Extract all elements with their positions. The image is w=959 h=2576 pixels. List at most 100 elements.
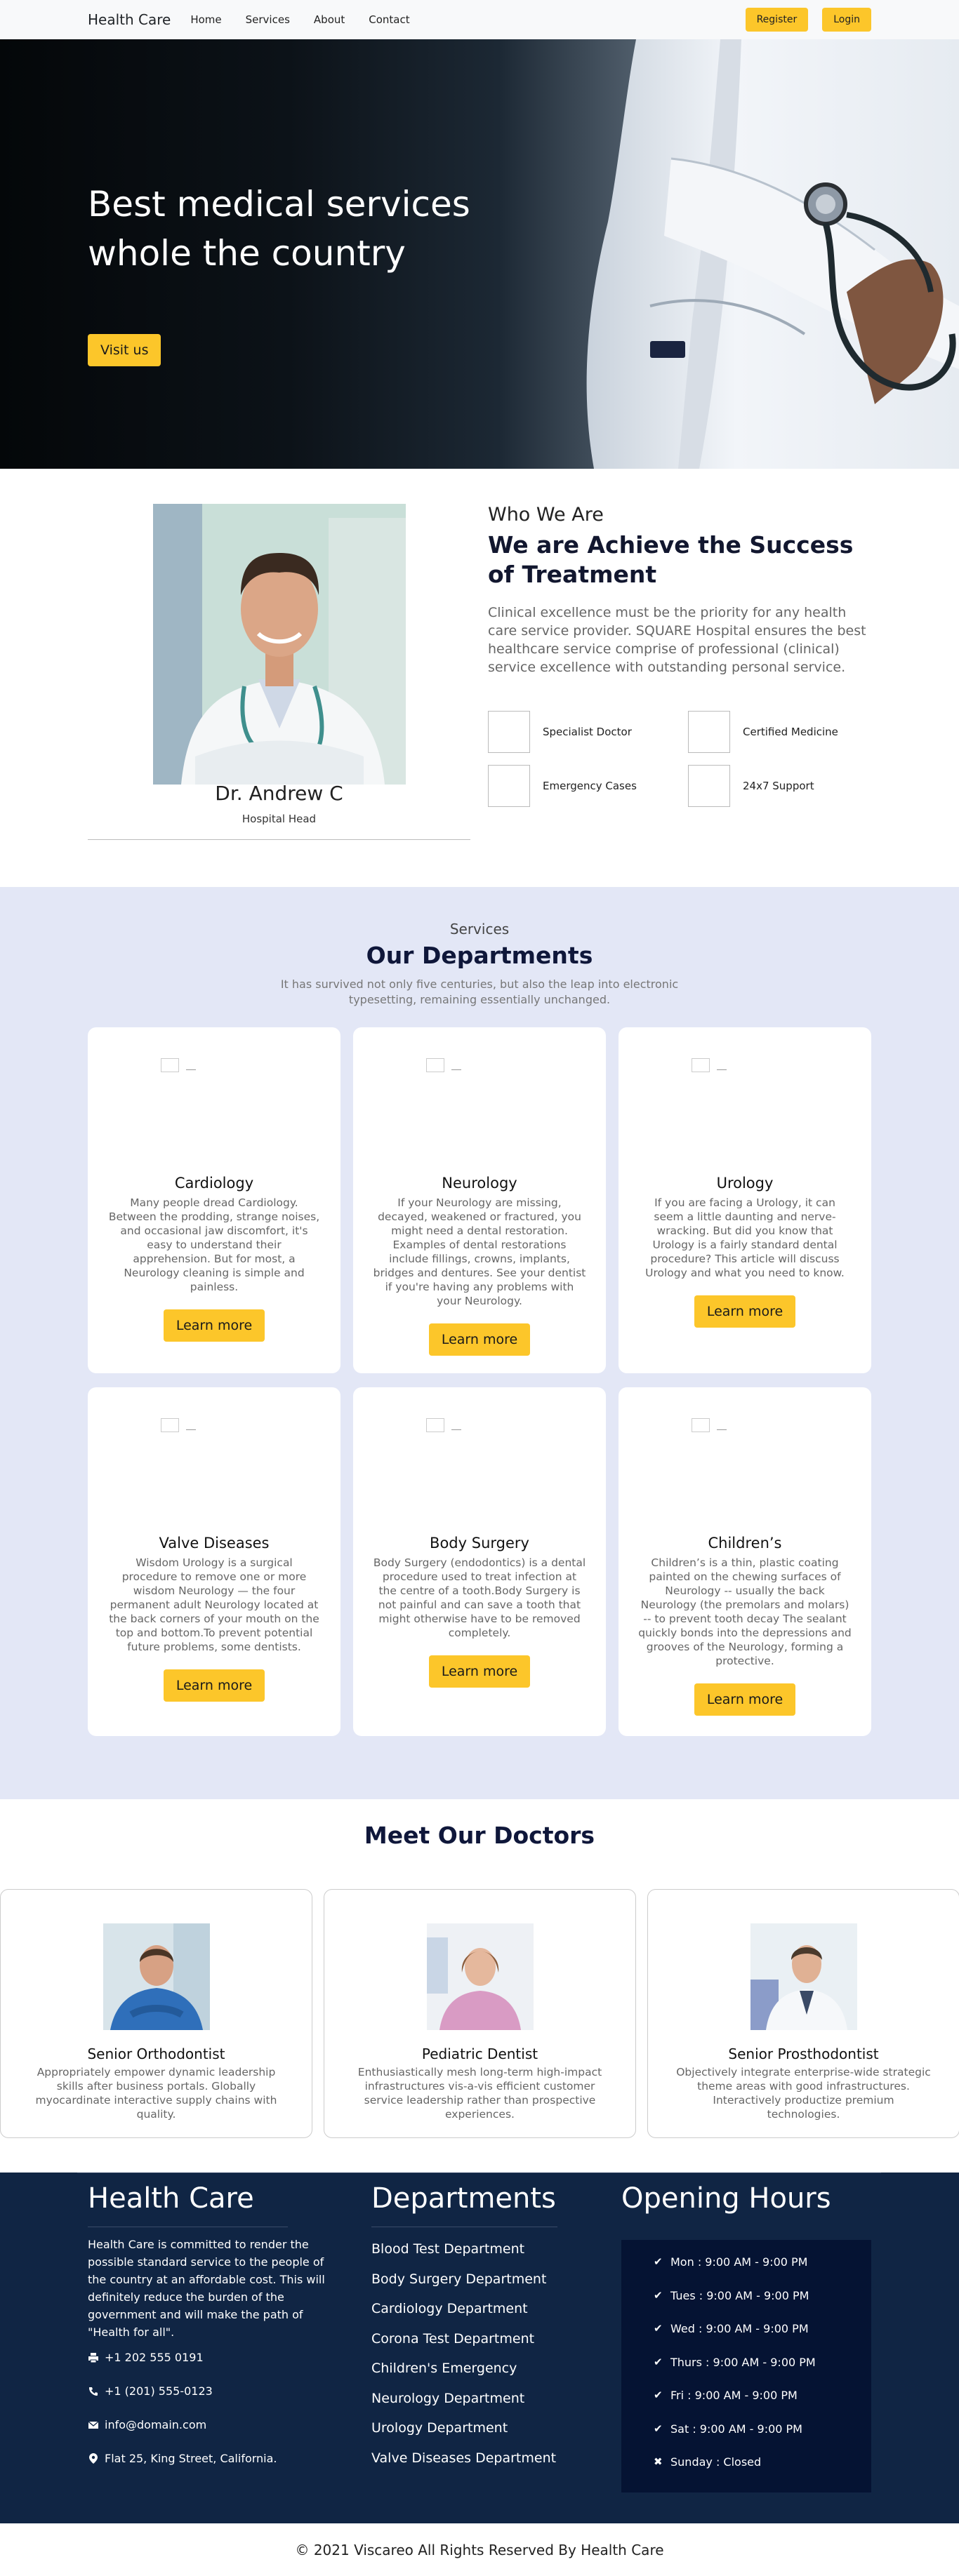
- hours-row-sunday: ✖ Sunday : Closed: [621, 2455, 871, 2489]
- nav-link-contact[interactable]: Contact: [369, 13, 419, 26]
- envelope-icon: [88, 2420, 99, 2431]
- nav-link-about[interactable]: About: [314, 13, 355, 26]
- departments-subtitle: It has survived not only five centuries,…: [0, 977, 959, 1008]
- feature-label: Emergency Cases: [543, 780, 637, 792]
- check-icon: ✔: [654, 2355, 663, 2368]
- footer-department-link[interactable]: Blood Test Department: [371, 2241, 556, 2271]
- doctor-title: Pediatric Dentist: [421, 2046, 538, 2062]
- subtitle-line: It has survived not only five centuries,…: [280, 977, 679, 991]
- check-icon: ✔: [654, 2322, 663, 2335]
- brand-logo[interactable]: Health Care: [88, 11, 171, 28]
- who-we-are-section: Dr. Andrew C Hospital Head Who We Are We…: [0, 469, 959, 887]
- department-title: Valve Diseases: [159, 1535, 270, 1551]
- feature-label: Specialist Doctor: [543, 726, 632, 738]
- footer-department-link[interactable]: Urology Department: [371, 2420, 556, 2450]
- doctor-card-orthodontist: Senior Orthodontist Appropriately empowe…: [0, 1889, 312, 2138]
- broken-image-icon: [161, 1058, 179, 1072]
- divider: [186, 1429, 196, 1430]
- footer-department-link[interactable]: Body Surgery Department: [371, 2271, 556, 2302]
- footer-brand: Health Care: [88, 2182, 254, 2215]
- who-description: Clinical excellence must be the priority…: [488, 605, 866, 675]
- hours-text: Sat : 9:00 AM - 9:00 PM: [670, 2422, 802, 2436]
- nav-link-home[interactable]: Home: [190, 13, 231, 26]
- broken-image-icon: [688, 765, 730, 807]
- broken-image-icon: [488, 765, 530, 807]
- broken-image-icon: [488, 711, 530, 753]
- department-card-cardiology: Cardiology Many people dread Cardiology.…: [88, 1027, 340, 1373]
- check-icon: ✔: [654, 2288, 663, 2302]
- doctor-photo: [750, 1923, 857, 2030]
- divider: [451, 1069, 461, 1070]
- department-card-urology: Urology If you are facing a Urology, it …: [619, 1027, 871, 1373]
- login-button[interactable]: Login: [822, 8, 871, 32]
- divider: [88, 839, 470, 840]
- learn-more-button[interactable]: Learn more: [694, 1683, 796, 1716]
- footer-phone-1[interactable]: +1 202 555 0191: [88, 2351, 204, 2364]
- department-title: Cardiology: [174, 1175, 254, 1192]
- hero-banner: Best medical services whole the country …: [0, 39, 959, 469]
- divider: [451, 1429, 461, 1430]
- department-card-body-surgery: Body Surgery Body Surgery (endodontics) …: [353, 1387, 606, 1736]
- footer-department-link[interactable]: Children's Emergency: [371, 2361, 556, 2391]
- learn-more-button[interactable]: Learn more: [428, 1323, 531, 1356]
- hours-text: Thurs : 9:00 AM - 9:00 PM: [670, 2355, 816, 2369]
- feature-label: Certified Medicine: [743, 726, 838, 738]
- broken-image-icon: [692, 1418, 710, 1432]
- learn-more-button[interactable]: Learn more: [163, 1309, 265, 1342]
- hours-text: Wed : 9:00 AM - 9:00 PM: [670, 2322, 809, 2335]
- doctor-card-pediatric-dentist: Pediatric Dentist Enthusiastically mesh …: [324, 1889, 636, 2138]
- footer-email[interactable]: info@domain.com: [88, 2418, 206, 2431]
- register-button[interactable]: Register: [745, 8, 809, 32]
- check-icon: ✔: [654, 2255, 663, 2268]
- footer-department-link[interactable]: Valve Diseases Department: [371, 2450, 556, 2481]
- hero-title-line-1: Best medical services: [88, 184, 470, 225]
- doctor-photo: [426, 1923, 534, 2030]
- department-title: Body Surgery: [430, 1535, 529, 1551]
- learn-more-button[interactable]: Learn more: [163, 1669, 265, 1702]
- nav-link-services[interactable]: Services: [246, 13, 300, 26]
- hours-row-fri: ✔ Fri : 9:00 AM - 9:00 PM: [621, 2389, 871, 2422]
- department-text: Wisdom Urology is a surgical procedure t…: [109, 1556, 319, 1653]
- who-title: We are Achieve the Success of Treatment: [488, 531, 854, 588]
- head-doctor-name: Dr. Andrew C: [215, 782, 343, 805]
- department-title: Neurology: [442, 1175, 517, 1192]
- subtitle-line: typesetting, remaining essentially uncha…: [348, 993, 611, 1006]
- feature-certified-medicine: Certified Medicine: [688, 711, 838, 753]
- hours-text: Fri : 9:00 AM - 9:00 PM: [670, 2389, 798, 2402]
- hero-title: Best medical services whole the country: [88, 180, 470, 278]
- hours-row-sat: ✔ Sat : 9:00 AM - 9:00 PM: [621, 2422, 871, 2456]
- phone-text: +1 (201) 555-0123: [105, 2384, 213, 2398]
- learn-more-button[interactable]: Learn more: [428, 1655, 531, 1688]
- doctor-text: Enthusiastically mesh long-term high-imp…: [357, 2066, 602, 2121]
- footer-departments-list: Blood Test Department Body Surgery Depar…: [371, 2241, 556, 2480]
- footer-about: Health Care is committed to render the p…: [88, 2238, 325, 2339]
- broken-image-icon: [161, 1418, 179, 1432]
- phone-text: +1 202 555 0191: [105, 2351, 204, 2364]
- visit-us-button[interactable]: Visit us: [88, 334, 161, 366]
- meet-doctors-section: Meet Our Doctors Senior Orthodontist App…: [0, 1799, 959, 2173]
- hours-row-wed: ✔ Wed : 9:00 AM - 9:00 PM: [621, 2322, 871, 2356]
- footer-department-link[interactable]: Corona Test Department: [371, 2331, 556, 2361]
- footer-phone-2[interactable]: +1 (201) 555-0123: [88, 2384, 213, 2398]
- hours-row-mon: ✔ Mon : 9:00 AM - 9:00 PM: [621, 2255, 871, 2289]
- doctor-card-prosthodontist: Senior Prosthodontist Objectively integr…: [647, 1889, 959, 2138]
- departments-kicker: Services: [449, 921, 510, 937]
- broken-image-icon: [426, 1058, 444, 1072]
- footer-department-link[interactable]: Neurology Department: [371, 2391, 556, 2421]
- department-card-childrens: Children’s Children’s is a thin, plastic…: [619, 1387, 871, 1736]
- feature-specialist-doctor: Specialist Doctor: [488, 711, 632, 753]
- hours-text: Sunday : Closed: [670, 2455, 762, 2469]
- map-marker-icon: [88, 2453, 99, 2464]
- department-title: Children’s: [708, 1535, 782, 1551]
- doctor-title: Senior Prosthodontist: [728, 2046, 879, 2062]
- learn-more-button[interactable]: Learn more: [694, 1295, 796, 1328]
- broken-image-icon: [692, 1058, 710, 1072]
- phone-icon: [88, 2386, 99, 2397]
- hours-text: Mon : 9:00 AM - 9:00 PM: [670, 2255, 808, 2269]
- feature-label: 24x7 Support: [743, 780, 814, 792]
- footer-departments-title: Departments: [371, 2182, 556, 2215]
- footer-department-link[interactable]: Cardiology Department: [371, 2301, 556, 2331]
- check-icon: ✔: [654, 2422, 663, 2435]
- head-doctor-photo: [153, 504, 406, 785]
- top-navbar: Health Care Home Services About Contact …: [0, 0, 959, 39]
